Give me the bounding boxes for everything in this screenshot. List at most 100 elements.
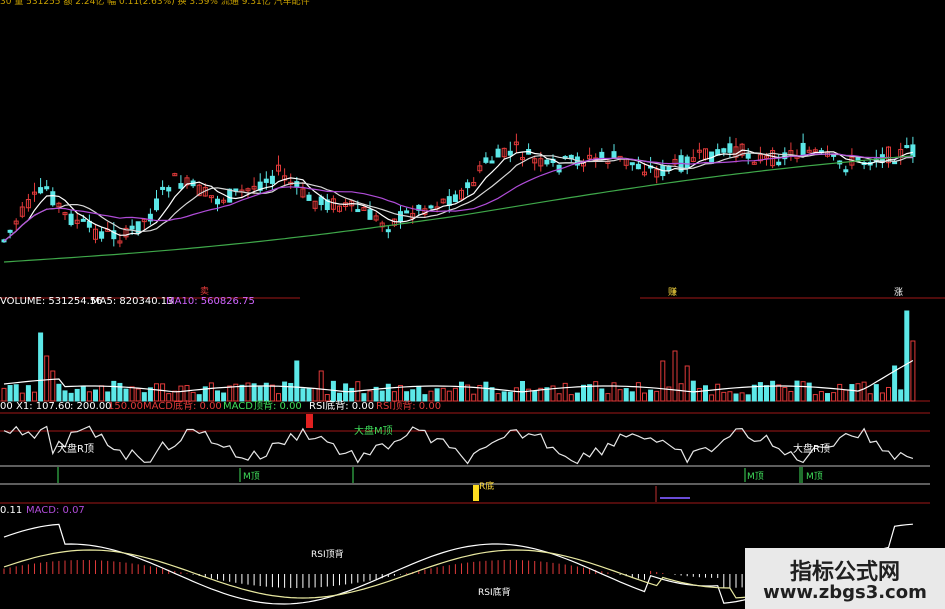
volume-bar — [904, 310, 910, 402]
volume-bar — [19, 392, 25, 402]
volume-bar — [574, 392, 580, 402]
volume-bar — [703, 385, 708, 402]
candle-body — [800, 142, 806, 156]
volume-bar — [873, 384, 879, 402]
volume-bar — [178, 385, 184, 402]
candle-body — [68, 213, 74, 226]
macd-prefix: 0.11 — [0, 505, 23, 516]
candle-body — [489, 160, 495, 164]
volume-bar — [532, 391, 538, 402]
dapan-r-top-1: 大盘R顶 — [57, 444, 94, 455]
volume-bar — [684, 365, 690, 402]
macd-label: MACD: 0.07 — [26, 505, 85, 516]
volume-bar — [404, 391, 410, 402]
volume-bar — [337, 392, 342, 402]
volume-bar — [587, 384, 593, 402]
volume-bar — [648, 389, 654, 402]
volume-bar — [184, 385, 190, 402]
volume-bar — [44, 355, 50, 402]
volume-bar — [86, 391, 92, 402]
signal-macd-top: MACD顶背: 0.00 — [223, 401, 302, 412]
volume-bar — [806, 382, 812, 402]
volume-bar — [489, 387, 495, 402]
volume-bar — [757, 382, 763, 402]
volume-bar — [257, 386, 263, 402]
volume-bar — [68, 392, 74, 402]
candle-body — [178, 183, 184, 189]
volume-bar — [391, 391, 397, 402]
volume-bar — [867, 393, 873, 402]
volume-bar — [410, 389, 416, 402]
candle-body — [843, 169, 849, 173]
candle-body — [129, 225, 135, 230]
volume-bar — [751, 384, 757, 402]
volume-bar — [208, 382, 214, 402]
volume-ma10-label: MA10: 560826.75 — [166, 296, 255, 307]
volume-bar — [166, 393, 172, 402]
volume-bar — [501, 391, 507, 402]
volume-bar — [62, 390, 68, 402]
candle-body — [599, 151, 605, 160]
volume-bar — [13, 384, 19, 402]
candle-body — [154, 198, 159, 211]
candle-body — [507, 150, 513, 156]
candle-body — [80, 218, 86, 222]
volume-bar — [306, 387, 312, 402]
candle-body — [428, 205, 434, 209]
volume-label: VOLUME: 531254.56 — [0, 296, 103, 307]
rsi-bottom-divergence: RSI底背 — [478, 588, 511, 598]
volume-bar — [831, 392, 837, 402]
volume-bar — [221, 392, 227, 402]
volume-bar — [294, 360, 300, 402]
candle-body — [776, 161, 782, 166]
dapan-r-top-2: 大盘R顶 — [793, 444, 830, 455]
candle-body — [483, 157, 489, 163]
volume-bar — [318, 370, 324, 402]
volume-bar — [172, 390, 178, 402]
volume-bar — [312, 387, 318, 402]
signal-200: : 200.00 — [70, 401, 112, 412]
candle-body — [635, 163, 641, 170]
watermark-url: www.zbgs3.com — [763, 582, 927, 603]
volume-ma5-label: MA5: 820340.13 — [91, 296, 174, 307]
m-top-3: M顶 — [806, 472, 823, 482]
candle-body — [727, 143, 733, 153]
candle-body — [684, 156, 690, 169]
volume-bar — [99, 385, 105, 402]
candle-body — [385, 229, 391, 233]
volume-bar — [770, 380, 776, 402]
volume-bar — [80, 386, 86, 402]
candle-body — [38, 187, 44, 194]
volume-bar — [135, 388, 141, 402]
volume-bar — [483, 381, 489, 402]
volume-bar — [343, 383, 349, 402]
volume-bar — [739, 392, 745, 402]
volume-bar — [733, 393, 739, 402]
volume-bar — [300, 388, 306, 402]
volume-bar — [581, 384, 586, 402]
volume-bar — [812, 394, 818, 402]
volume-bar — [367, 390, 373, 402]
volume-bar — [111, 380, 117, 402]
volume-bar — [800, 381, 806, 402]
volume-bar — [709, 394, 715, 402]
volume-bar — [721, 391, 727, 402]
volume-bar — [861, 381, 867, 402]
volume-bar — [745, 394, 751, 402]
volume-bar — [495, 393, 501, 402]
volume-bar — [654, 390, 660, 402]
volume-bar — [507, 391, 513, 402]
volume-bar — [562, 382, 568, 402]
candle-body — [629, 162, 635, 166]
candle-body — [294, 181, 300, 188]
volume-bar — [428, 390, 434, 402]
candle-body — [495, 148, 501, 158]
signal-150: 150.00 — [108, 401, 143, 412]
volume-bar — [818, 391, 824, 402]
signal-rsi-top: RSI顶背: 0.00 — [376, 401, 442, 412]
signal-macd-bottom: MACD底背: 0.00 — [143, 401, 222, 412]
volume-bar — [416, 385, 422, 402]
candle-body — [160, 186, 166, 190]
sell-marker-2: 涨 — [894, 288, 904, 298]
volume-bar — [690, 380, 696, 402]
